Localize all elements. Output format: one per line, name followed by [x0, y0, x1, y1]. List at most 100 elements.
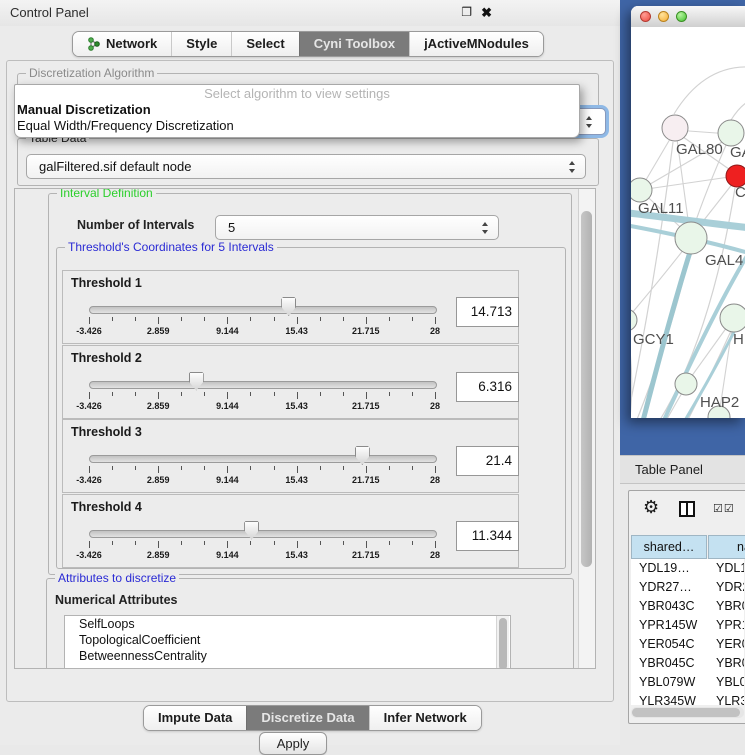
numerical-attributes-list[interactable]: SelfLoopsTopologicalCoefficientBetweenne… [64, 615, 511, 669]
tab-jactivemnodules[interactable]: jActiveMNodules [409, 32, 543, 56]
network-window-titlebar[interactable] [631, 6, 745, 28]
number-of-intervals-value: 5 [228, 216, 235, 239]
network-node-label: GAL11 [638, 200, 684, 217]
threshold-value-field[interactable]: 21.4 [456, 446, 519, 476]
slider-tick [366, 317, 367, 324]
settings-vertical-scrollbar[interactable] [578, 189, 595, 668]
slider-tick-label: 28 [430, 401, 440, 411]
algorithm-item-equal-width-frequency-discretization[interactable]: Equal Width/Frequency Discretization [15, 118, 579, 134]
network-canvas[interactable]: GAL80GACGAL11GAL4GCY1HHAP2 [631, 27, 745, 418]
slider-tick-label: 9.144 [216, 326, 239, 336]
network-node[interactable] [675, 373, 697, 395]
slider-tick [297, 466, 298, 473]
combo-arrows-icon [482, 222, 489, 234]
control-panel: Control Panel ❐ ✖ NetworkStyleSelectCyni… [0, 0, 620, 745]
slider-tick [158, 466, 159, 473]
zoom-traffic-light-icon[interactable] [676, 11, 687, 22]
slider-tick [297, 317, 298, 324]
slider-tick [112, 466, 113, 470]
tab-impute-data[interactable]: Impute Data [144, 706, 246, 730]
table-settings-gear-icon[interactable]: ⚙ [643, 497, 659, 518]
slider-tick-label: 15.43 [285, 550, 308, 560]
network-node[interactable] [720, 304, 745, 332]
table-row[interactable]: YER054CYER0 [631, 635, 744, 654]
slider-tick [274, 317, 275, 321]
cytoscape-desktop: GAL80GACGAL11GAL4GCY1HHAP2 [620, 0, 745, 455]
column-header-name[interactable]: na [708, 535, 745, 559]
number-of-intervals-combobox[interactable]: 5 [215, 215, 499, 240]
attributes-title: Attributes to discretize [55, 571, 179, 585]
slider-tick [227, 392, 228, 399]
minimize-traffic-light-icon[interactable] [658, 11, 669, 22]
control-panel-tabs: NetworkStyleSelectCyni ToolboxjActiveMNo… [72, 31, 544, 57]
slider-tick [297, 541, 298, 548]
network-view-window[interactable]: GAL80GACGAL11GAL4GCY1HHAP2 [631, 6, 745, 418]
table-row[interactable]: YBL079WYBL0 [631, 673, 744, 692]
threshold-panel-1: Threshold 1-3.4262.8599.14415.4321.71528… [62, 270, 519, 344]
tab-discretize-data[interactable]: Discretize Data [246, 706, 368, 730]
slider-track[interactable] [89, 530, 437, 538]
slider-tick [181, 392, 182, 396]
apply-button[interactable]: Apply [259, 732, 327, 755]
slider-track[interactable] [89, 455, 437, 463]
tab-cyni-toolbox[interactable]: Cyni Toolbox [299, 32, 409, 56]
algorithm-placeholder-item[interactable]: Select algorithm to view settings [15, 85, 579, 102]
tab-network[interactable]: Network [73, 32, 171, 56]
control-panel-titlebar: Control Panel ❐ ✖ [0, 0, 620, 26]
slider-tick [112, 317, 113, 321]
slider-tick [89, 466, 90, 473]
slider-tick-label: 9.144 [216, 475, 239, 485]
table-row[interactable]: YLR345WYLR3 [631, 692, 744, 705]
threshold-value-field[interactable]: 6.316 [456, 372, 519, 402]
table-row[interactable]: YDR27…YDR2 [631, 578, 744, 597]
float-window-icon[interactable]: ❐ [461, 5, 472, 19]
table-panel-titlebar: Table Panel [620, 455, 745, 484]
slider-tick [89, 317, 90, 324]
threshold-value-field[interactable]: 11.344 [456, 521, 519, 551]
slider-tick-label: 21.715 [352, 550, 380, 560]
table-horizontal-scrollbar[interactable] [631, 707, 744, 718]
close-traffic-light-icon[interactable] [640, 11, 651, 22]
table-rows[interactable]: YDL19…YDL1YDR27…YDR2YBR043CYBR0YPR145WYP… [631, 559, 744, 705]
tab-style[interactable]: Style [171, 32, 231, 56]
close-panel-icon[interactable]: ✖ [481, 5, 492, 21]
network-node-label: HAP2 [700, 394, 739, 411]
table-row[interactable]: YDL19…YDL1 [631, 559, 744, 578]
attribute-item[interactable]: TopologicalCoefficient [65, 632, 510, 648]
slider-tick [297, 392, 298, 399]
table-row[interactable]: YBR045CYBR0 [631, 654, 744, 673]
column-header-shared-name[interactable]: shared… [631, 535, 707, 559]
select-columns-icon[interactable]: ☑☑ [713, 502, 735, 515]
tab-select[interactable]: Select [231, 32, 298, 56]
combo-arrows-icon [569, 161, 576, 173]
attributes-list-scrollbar[interactable] [496, 616, 509, 669]
slider-tick [204, 466, 205, 470]
network-node[interactable] [675, 222, 707, 254]
slider-tick [135, 541, 136, 545]
network-node[interactable] [631, 178, 652, 202]
slider-tick [389, 466, 390, 470]
tab-infer-network[interactable]: Infer Network [369, 706, 481, 730]
slider-tick [343, 466, 344, 470]
slider-tick [227, 317, 228, 324]
slider-tick-label: 2.859 [147, 326, 170, 336]
network-edge [731, 97, 745, 120]
algorithm-item-manual-discretization[interactable]: Manual Discretization [15, 102, 579, 118]
slider-tick [435, 392, 436, 399]
attribute-item[interactable]: BetweennessCentrality [65, 648, 510, 664]
slider-tick-label: -3.426 [76, 401, 102, 411]
slider-tick-label: 2.859 [147, 475, 170, 485]
column-layout-icon[interactable] [679, 501, 695, 517]
table-row[interactable]: YBR043CYBR0 [631, 597, 744, 616]
network-node[interactable] [631, 309, 637, 331]
threshold-coordinates-title: Threshold's Coordinates for 5 Intervals [65, 240, 277, 254]
attribute-item[interactable]: SelfLoops [65, 616, 510, 632]
slider-tick [343, 392, 344, 396]
table-data-combobox[interactable]: galFiltered.sif default node [26, 154, 586, 179]
threshold-value-field[interactable]: 14.713 [456, 297, 519, 327]
slider-track[interactable] [89, 381, 437, 389]
slider-track[interactable] [89, 306, 437, 314]
slider-tick-label: -3.426 [76, 550, 102, 560]
network-node[interactable] [662, 115, 688, 141]
table-row[interactable]: YPR145WYPR1 [631, 616, 744, 635]
